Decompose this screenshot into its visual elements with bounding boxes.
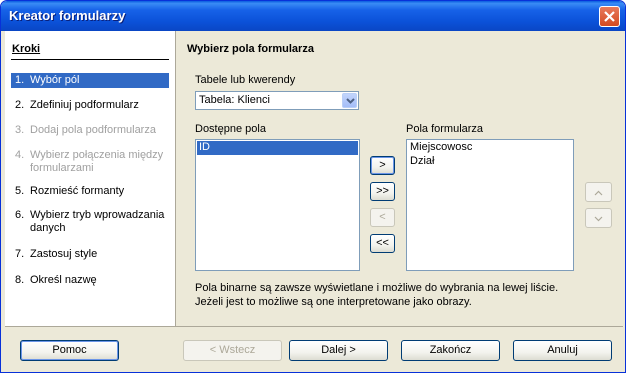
move-right-label: > xyxy=(379,159,386,171)
step-number: 6. xyxy=(15,209,25,221)
finish-button[interactable]: Zakończ xyxy=(401,340,500,361)
tables-label: Tabele lub kwerendy xyxy=(195,74,296,86)
cancel-button[interactable]: Anuluj xyxy=(513,340,612,361)
step-number: 1. xyxy=(15,74,25,86)
step-number: 2. xyxy=(15,99,25,111)
back-label: < Wstecz xyxy=(209,344,256,356)
main-panel: Wybierz pola formularza Tabele lub kwere… xyxy=(176,31,623,326)
step-label: Wybór pól xyxy=(30,74,80,86)
step-arrange-controls[interactable]: 5. Rozmieść formanty xyxy=(11,184,169,199)
step-label: Zdefiniuj podformularz xyxy=(30,99,139,111)
back-button[interactable]: < Wstecz xyxy=(183,340,282,361)
step-number: 7. xyxy=(15,248,25,260)
step-label: Zastosuj style xyxy=(30,248,98,260)
close-button[interactable] xyxy=(599,6,620,27)
form-fields-label: Pola formularza xyxy=(406,123,484,135)
footer-bar: Pomoc < Wstecz Dalej > Zakończ Anuluj xyxy=(1,327,625,372)
move-right-button[interactable]: > xyxy=(370,156,395,175)
step-select-joins: 4. Wybierz połączenia między formularzami xyxy=(11,148,169,176)
chevron-down-icon xyxy=(346,98,355,104)
window-title: Kreator formularzy xyxy=(9,8,126,23)
info-line: Pola binarne są zawsze wyświetlane i moż… xyxy=(195,282,559,294)
move-left-button[interactable]: < xyxy=(370,208,395,227)
move-all-right-button[interactable]: >> xyxy=(370,182,395,201)
step-apply-styles[interactable]: 7. Zastosuj style xyxy=(11,247,169,262)
help-button[interactable]: Pomoc xyxy=(20,340,119,361)
list-item[interactable]: Dział xyxy=(408,155,572,169)
form-fields-list[interactable]: Miejscowosc Dział xyxy=(406,139,574,271)
step-label: Wybierz połączenia między formularzami xyxy=(30,149,164,174)
step-label: Wybierz tryb wprowadzania danych xyxy=(30,209,165,234)
step-label: Rozmieść formanty xyxy=(30,185,125,197)
move-all-left-label: << xyxy=(376,237,389,249)
available-fields-label: Dostępne pola xyxy=(195,123,266,135)
step-data-entry-mode[interactable]: 6. Wybierz tryb wprowadzania danych xyxy=(11,208,169,236)
move-all-right-label: >> xyxy=(376,185,389,197)
step-label: Dodaj pola podformularza xyxy=(30,124,156,136)
steps-title: Kroki xyxy=(12,43,41,55)
steps-title-divider xyxy=(11,59,169,60)
tables-dropdown[interactable]: Tabela: Klienci xyxy=(195,91,359,110)
info-text: Pola binarne są zawsze wyświetlane i moż… xyxy=(195,281,615,309)
list-item[interactable]: Miejscowosc xyxy=(408,141,572,155)
step-number: 8. xyxy=(15,274,25,286)
title-bar[interactable]: Kreator formularzy xyxy=(1,1,625,31)
next-label: Dalej > xyxy=(321,344,356,356)
step-add-subform-fields: 3. Dodaj pola podformularza xyxy=(11,123,169,138)
step-number: 4. xyxy=(15,149,25,161)
step-number: 5. xyxy=(15,185,25,197)
steps-sidebar: Kroki 1. Wybór pól 2. Zdefiniuj podformula… xyxy=(5,31,175,326)
tables-dropdown-value: Tabela: Klienci xyxy=(199,94,270,106)
available-fields-list[interactable]: ID xyxy=(195,139,360,271)
info-line: Jeżeli jest to możliwe są one interpreto… xyxy=(195,296,472,308)
close-icon xyxy=(604,11,615,22)
cancel-label: Anuluj xyxy=(547,344,578,356)
move-down-button[interactable] xyxy=(585,208,612,228)
help-label: Pomoc xyxy=(52,344,87,356)
next-button[interactable]: Dalej > xyxy=(289,340,388,361)
finish-label: Zakończ xyxy=(429,344,472,356)
page-title: Wybierz pola formularza xyxy=(187,43,314,55)
step-label: Określ nazwę xyxy=(30,274,97,286)
move-left-label: < xyxy=(379,211,386,223)
list-item[interactable]: ID xyxy=(197,141,358,155)
step-set-name[interactable]: 8. Określ nazwę xyxy=(11,273,169,288)
form-wizard-window: Kreator formularzy Kroki 1. Wybór pól 2. Z… xyxy=(0,0,626,373)
step-select-fields[interactable]: 1. Wybór pól xyxy=(11,73,169,88)
move-all-left-button[interactable]: << xyxy=(370,234,395,253)
move-up-button[interactable] xyxy=(585,182,612,202)
dropdown-arrow-button[interactable] xyxy=(342,93,357,108)
chevron-down-icon xyxy=(594,216,603,222)
chevron-up-icon xyxy=(594,190,603,196)
step-number: 3. xyxy=(15,124,25,136)
step-define-subform[interactable]: 2. Zdefiniuj podformularz xyxy=(11,98,169,113)
